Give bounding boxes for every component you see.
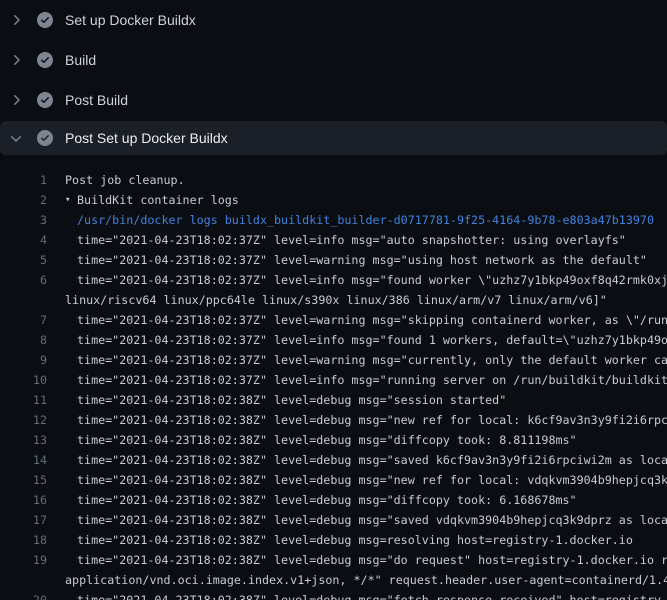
step-section-post-set-up-docker-buildx[interactable]: Post Set up Docker Buildx (0, 121, 667, 155)
log-line: 19 time="2021-04-23T18:02:38Z" level=deb… (0, 550, 667, 570)
log-line-number[interactable] (0, 570, 47, 590)
log-line: 2 ▾ BuildKit container logs (0, 190, 667, 210)
log-line-number[interactable]: 8 (0, 330, 47, 350)
step-section-label: Build (65, 52, 96, 68)
log-line-text: time="2021-04-23T18:02:38Z" level=debug … (77, 430, 577, 450)
log-line-text: time="2021-04-23T18:02:37Z" level=info m… (77, 370, 667, 390)
log-line-number[interactable]: 9 (0, 350, 47, 370)
log-line: 12 time="2021-04-23T18:02:38Z" level=deb… (0, 410, 667, 430)
log-line: 16 time="2021-04-23T18:02:38Z" level=deb… (0, 490, 667, 510)
log-line-number[interactable]: 11 (0, 390, 47, 410)
log-line-text: time="2021-04-23T18:02:38Z" level=debug … (77, 510, 667, 530)
log-line-text: time="2021-04-23T18:02:38Z" level=debug … (77, 590, 667, 600)
log-line-number[interactable]: 15 (0, 470, 47, 490)
log-line-number[interactable]: 10 (0, 370, 47, 390)
log-line: 9 time="2021-04-23T18:02:37Z" level=warn… (0, 350, 667, 370)
log-line: 3 /usr/bin/docker logs buildx_buildkit_b… (0, 210, 667, 230)
log-line-text: time="2021-04-23T18:02:37Z" level=info m… (77, 270, 667, 290)
log-line-number[interactable]: 13 (0, 430, 47, 450)
check-circle-icon (37, 12, 53, 28)
log-line-number[interactable] (0, 290, 47, 310)
log-line-number[interactable]: 16 (0, 490, 47, 510)
log-line: 14 time="2021-04-23T18:02:38Z" level=deb… (0, 450, 667, 470)
check-circle-icon (37, 92, 53, 108)
log-line-text: time="2021-04-23T18:02:37Z" level=warnin… (77, 350, 667, 370)
log-line-text: time="2021-04-23T18:02:38Z" level=debug … (77, 530, 633, 550)
log-line-number[interactable]: 18 (0, 530, 47, 550)
log-line: 7 time="2021-04-23T18:02:37Z" level=warn… (0, 310, 667, 330)
step-section-post-build[interactable]: Post Build (0, 80, 667, 120)
step-section-build[interactable]: Build (0, 40, 667, 80)
log-line-text: time="2021-04-23T18:02:37Z" level=info m… (77, 330, 667, 350)
log-line-number[interactable]: 1 (0, 170, 47, 190)
log-line-number[interactable]: 2 (0, 190, 47, 210)
log-line-text: /usr/bin/docker logs buildx_buildkit_bui… (77, 210, 654, 230)
log-line-number[interactable]: 7 (0, 310, 47, 330)
log-line-text: time="2021-04-23T18:02:38Z" level=debug … (77, 390, 506, 410)
log-line-text: time="2021-04-23T18:02:37Z" level=info m… (77, 230, 626, 250)
log-line: 8 time="2021-04-23T18:02:37Z" level=info… (0, 330, 667, 350)
log-line: 18 time="2021-04-23T18:02:38Z" level=deb… (0, 530, 667, 550)
log-line-text: time="2021-04-23T18:02:38Z" level=debug … (77, 410, 667, 430)
chevron-right-icon (8, 12, 24, 28)
log-line: 15 time="2021-04-23T18:02:38Z" level=deb… (0, 470, 667, 490)
log-line-text: BuildKit container logs (77, 190, 239, 210)
log-line-text: time="2021-04-23T18:02:37Z" level=warnin… (77, 250, 647, 270)
log-line-text: Post job cleanup. (65, 170, 185, 190)
log-line-number[interactable]: 4 (0, 230, 47, 250)
log-line: 17 time="2021-04-23T18:02:38Z" level=deb… (0, 510, 667, 530)
steps-list: Set up Docker Buildx Build Post Build Po… (0, 0, 667, 155)
chevron-down-icon (8, 130, 24, 146)
log-line: 5 time="2021-04-23T18:02:37Z" level=warn… (0, 250, 667, 270)
log-line-text: linux/riscv64 linux/ppc64le linux/s390x … (65, 290, 607, 310)
log-line-number[interactable]: 17 (0, 510, 47, 530)
log-line: linux/riscv64 linux/ppc64le linux/s390x … (0, 290, 667, 310)
step-section-label: Post Set up Docker Buildx (65, 130, 228, 146)
log-line: 13 time="2021-04-23T18:02:38Z" level=deb… (0, 430, 667, 450)
step-section-label: Post Build (65, 92, 128, 108)
log-line-text: application/vnd.oci.image.index.v1+json,… (65, 570, 667, 590)
log-line: 6 time="2021-04-23T18:02:37Z" level=info… (0, 270, 667, 290)
chevron-right-icon (8, 92, 24, 108)
log-line: 4 time="2021-04-23T18:02:37Z" level=info… (0, 230, 667, 250)
log-line-number[interactable]: 6 (0, 270, 47, 290)
log-line-number[interactable]: 5 (0, 250, 47, 270)
log-line-number[interactable]: 3 (0, 210, 47, 230)
group-caret-icon[interactable]: ▾ (65, 190, 77, 210)
log-line: 11 time="2021-04-23T18:02:38Z" level=deb… (0, 390, 667, 410)
check-circle-icon (37, 130, 53, 146)
log-line-number[interactable]: 14 (0, 450, 47, 470)
log-line-number[interactable]: 20 (0, 590, 47, 600)
log-line-number[interactable]: 19 (0, 550, 47, 570)
log-line: application/vnd.oci.image.index.v1+json,… (0, 570, 667, 590)
log-line: 20 time="2021-04-23T18:02:38Z" level=deb… (0, 590, 667, 600)
log-line-text: time="2021-04-23T18:02:38Z" level=debug … (77, 470, 667, 490)
step-section-label: Set up Docker Buildx (65, 12, 196, 28)
step-section-set-up-docker-buildx[interactable]: Set up Docker Buildx (0, 0, 667, 40)
chevron-right-icon (8, 52, 24, 68)
log-line: 10 time="2021-04-23T18:02:37Z" level=inf… (0, 370, 667, 390)
log-line: 1 Post job cleanup. (0, 170, 667, 190)
log-line-text: time="2021-04-23T18:02:38Z" level=debug … (77, 490, 577, 510)
log-line-number[interactable]: 12 (0, 410, 47, 430)
log-lines: 1 Post job cleanup. 2 ▾ BuildKit contain… (0, 155, 667, 600)
check-circle-icon (37, 52, 53, 68)
log-line-text: time="2021-04-23T18:02:37Z" level=warnin… (77, 310, 667, 330)
log-line-text: time="2021-04-23T18:02:38Z" level=debug … (77, 450, 667, 470)
log-line-text: time="2021-04-23T18:02:38Z" level=debug … (77, 550, 667, 570)
